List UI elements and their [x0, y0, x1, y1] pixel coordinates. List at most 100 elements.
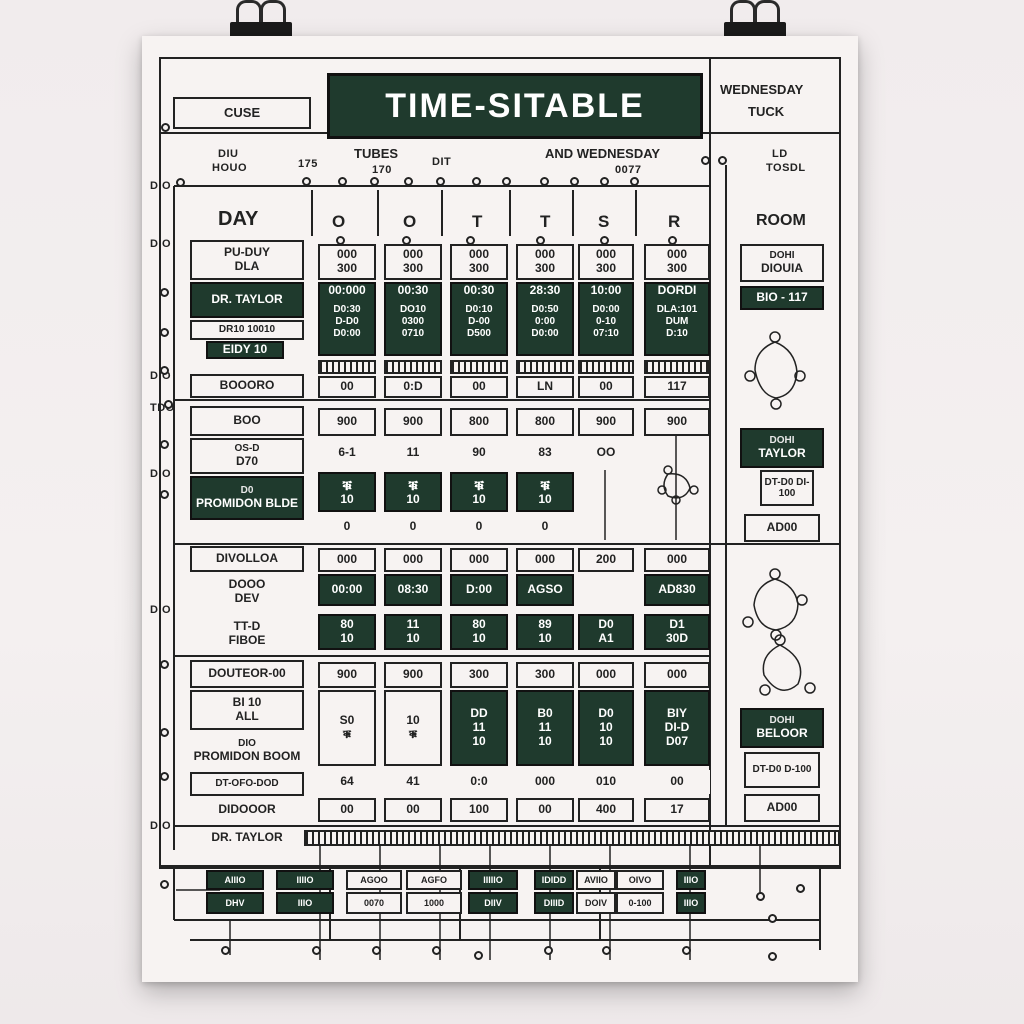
footer-cell: 0070: [346, 892, 402, 914]
schedule-cell: D0 10 10: [578, 690, 634, 766]
connector-node: [602, 946, 611, 955]
schedule-cell: 000: [644, 548, 710, 572]
schedule-cell: 000 300: [318, 244, 376, 280]
schedule-cell: 000: [384, 548, 442, 572]
row-label: OS-D D70: [190, 438, 304, 474]
schedule-cell: D1 30D: [644, 614, 710, 650]
schedule-detail: D0:10 D-00 D500: [465, 304, 493, 339]
schedule-icon-cell: ቑ 10: [450, 472, 508, 512]
sub-label: DIU: [218, 148, 239, 160]
connector-node: [472, 177, 481, 186]
footer-cell: AVIIO: [576, 870, 616, 890]
row-label: EIDY 10: [206, 341, 284, 359]
connector-node: [160, 328, 169, 337]
connector-node: [796, 884, 805, 893]
sub-label: DIT: [432, 156, 452, 168]
room-box: DT-D0 DI-100: [760, 470, 814, 506]
schedule-cell: 900: [644, 408, 710, 436]
side-label: DIO: [150, 180, 172, 192]
footer-cell: AGOO: [346, 870, 402, 890]
page-title: TIME-SITABLE: [327, 73, 703, 139]
room-box: DOHI TAYLOR: [740, 428, 824, 468]
schedule-cell: 300: [516, 662, 574, 688]
schedule-cell: 000 300: [516, 244, 574, 280]
schedule-cell: 117: [644, 376, 710, 398]
schedule-cell: 800: [516, 408, 574, 436]
footer-cell: IIIIIO: [468, 870, 518, 890]
schedule-cell: 0: [450, 514, 508, 540]
schedule-cell: 89 10: [516, 614, 574, 650]
connector-node: [544, 946, 553, 955]
footer-cell: DOIV: [576, 892, 616, 914]
connector-node: [160, 440, 169, 449]
teacher-label-bottom: DR. TAYLOR: [190, 828, 304, 848]
schedule-icon-cell: ቑ 10: [516, 472, 574, 512]
connector-node: [160, 490, 169, 499]
schedule-cell: 00: [516, 798, 574, 822]
row-label: DOOO DEV: [190, 574, 304, 610]
schedule-cell: 000 300: [384, 244, 442, 280]
schedule-bar: [516, 360, 574, 374]
schedule-cell: 00: [450, 376, 508, 398]
footer-cell: IIIO: [276, 892, 334, 914]
footer-cell: 0-100: [616, 892, 664, 914]
row-label: PU-DUY DLA: [190, 240, 304, 280]
connector-node: [466, 236, 475, 245]
schedule-detail: D0:30 D-D0 D0:00: [333, 304, 361, 339]
schedule-cell: 800: [450, 408, 508, 436]
footer-cell: IDIDD: [534, 870, 574, 890]
schedule-cell: 010: [578, 770, 634, 794]
schedule-cell: 900: [384, 662, 442, 688]
schedule-cell: 900: [318, 408, 376, 436]
row-label: DIO PROMIDON BOOM: [190, 732, 304, 770]
connector-node: [540, 177, 549, 186]
schedule-cell: DD 11 10: [450, 690, 508, 766]
sub-label: TOSDL: [766, 162, 806, 174]
connector-node: [404, 177, 413, 186]
connector-node: [436, 177, 445, 186]
schedule-bar: [578, 360, 634, 374]
connector-node: [432, 946, 441, 955]
row-label: DIVOLLOA: [190, 546, 304, 572]
schedule-cell: 0:0: [450, 770, 508, 794]
schedule-cell: 000: [644, 662, 710, 688]
room-box: DT-D0 D-100: [744, 752, 820, 788]
connector-node: [160, 772, 169, 781]
row-label: DR10 10010: [190, 320, 304, 340]
connector-node: [600, 236, 609, 245]
footer-cell: OIVO: [616, 870, 664, 890]
schedule-cell: 80 10: [318, 614, 376, 650]
room-box: DOHI BELOOR: [740, 708, 824, 748]
connector-node: [536, 236, 545, 245]
sub-label: 175: [298, 158, 318, 170]
column-letter: R: [668, 212, 681, 231]
connector-node: [402, 236, 411, 245]
connector-node: [312, 946, 321, 955]
schedule-bar: [318, 360, 376, 374]
schedule-cell: 000 300: [578, 244, 634, 280]
row-label: D0 PROMIDON BLDE: [190, 476, 304, 520]
connector-node: [221, 946, 230, 955]
connector-node: [160, 880, 169, 889]
footer-cell: IIIO: [676, 870, 706, 890]
room-column-header: ROOM: [756, 212, 806, 229]
sub-label: TUBES: [354, 146, 399, 161]
column-letter: T: [540, 212, 551, 231]
side-label: DIO: [150, 238, 172, 250]
schedule-cell: 83: [516, 438, 574, 468]
schedule-cell: 0: [318, 514, 376, 540]
schedule-time-cell: 08:30: [384, 574, 442, 606]
sub-label: 170: [372, 164, 392, 176]
timeline-bar: [304, 830, 840, 846]
schedule-cell: 11: [384, 438, 442, 468]
connector-node: [474, 951, 483, 960]
column-letter: S: [598, 212, 610, 231]
schedule-cell: 17: [644, 798, 710, 822]
schedule-cell: 10 ቑ: [384, 690, 442, 766]
connector-node: [370, 177, 379, 186]
schedule-cell: 90: [450, 438, 508, 468]
connector-node: [338, 177, 347, 186]
footer-cell: 1000: [406, 892, 462, 914]
schedule-cell: 0: [516, 514, 574, 540]
column-letter: T: [472, 212, 483, 231]
